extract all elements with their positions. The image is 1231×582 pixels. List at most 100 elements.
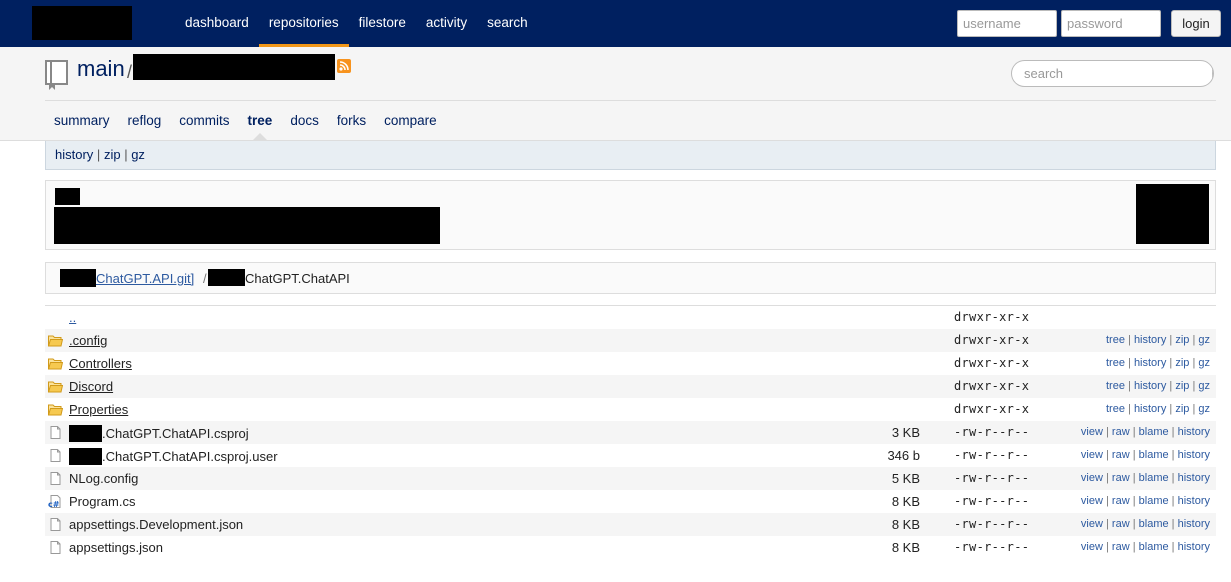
raw-link[interactable]: raw <box>1112 518 1130 530</box>
tree-link[interactable]: tree <box>1106 357 1125 369</box>
row-actions: view | raw | blame | history <box>1081 449 1210 461</box>
view-link[interactable]: view <box>1081 449 1103 461</box>
history-link[interactable]: history <box>1134 334 1166 346</box>
blame-link[interactable]: blame <box>1139 541 1169 553</box>
rss-feed-icon[interactable] <box>337 59 351 73</box>
nav-activity[interactable]: activity <box>416 0 477 47</box>
subnav-separator: | <box>96 147 101 162</box>
history-link[interactable]: history <box>1178 426 1210 438</box>
view-link[interactable]: view <box>1081 518 1103 530</box>
file-icon <box>50 518 61 531</box>
row-actions: tree | history | zip | gz <box>1106 334 1210 346</box>
link-separator: | <box>1106 541 1109 553</box>
login-button[interactable]: login <box>1171 10 1221 37</box>
tab-tree[interactable]: tree <box>239 107 282 140</box>
file-name-link[interactable]: .config <box>69 333 107 348</box>
nav-search[interactable]: search <box>477 0 538 47</box>
view-link[interactable]: view <box>1081 472 1103 484</box>
file-name-link[interactable]: appsettings.Development.json <box>69 517 243 532</box>
repo-path-separator: / <box>127 62 133 82</box>
tab-summary[interactable]: summary <box>45 107 119 135</box>
tab-reflog[interactable]: reflog <box>119 107 171 135</box>
gz-link[interactable]: gz <box>1198 357 1210 369</box>
view-link[interactable]: view <box>1081 426 1103 438</box>
blame-link[interactable]: blame <box>1139 426 1169 438</box>
nav-repositories[interactable]: repositories <box>258 0 349 47</box>
file-size: 8 KB <box>891 494 920 509</box>
file-name-link[interactable]: NLog.config <box>69 471 138 486</box>
gz-link[interactable]: gz <box>1198 380 1210 392</box>
login-form: login <box>957 10 1221 37</box>
tab-docs[interactable]: docs <box>281 107 328 135</box>
history-link[interactable]: history <box>1178 518 1210 530</box>
file-size: 8 KB <box>891 517 920 532</box>
blame-link[interactable]: blame <box>1139 518 1169 530</box>
zip-link[interactable]: zip <box>1175 403 1189 415</box>
subnav-history-link[interactable]: history <box>55 147 93 162</box>
nav-filestore[interactable]: filestore <box>349 0 416 47</box>
tab-commits[interactable]: commits <box>170 107 238 135</box>
raw-link[interactable]: raw <box>1112 449 1130 461</box>
raw-link[interactable]: raw <box>1112 472 1130 484</box>
username-input[interactable] <box>957 10 1057 37</box>
view-link[interactable]: view <box>1081 541 1103 553</box>
link-separator: | <box>1169 380 1173 392</box>
repo-tabs: summary reflog commits tree docs forks c… <box>45 107 446 140</box>
history-link[interactable]: history <box>1178 541 1210 553</box>
file-name-link[interactable]: .ChatGPT.ChatAPI.csproj.user <box>102 449 278 464</box>
history-link[interactable]: history <box>1134 357 1166 369</box>
link-separator: | <box>1132 472 1136 484</box>
gz-link[interactable]: gz <box>1198 403 1210 415</box>
history-link[interactable]: history <box>1178 449 1210 461</box>
file-name-link[interactable]: Program.cs <box>69 494 135 509</box>
link-separator: | <box>1132 541 1136 553</box>
file-name-link[interactable]: .ChatGPT.ChatAPI.csproj <box>102 426 249 441</box>
history-link[interactable]: history <box>1178 472 1210 484</box>
svg-text:c#: c# <box>48 500 60 508</box>
redacted-avatar <box>1136 184 1209 244</box>
raw-link[interactable]: raw <box>1112 495 1130 507</box>
tree-link[interactable]: tree <box>1106 403 1125 415</box>
search-button[interactable] <box>1212 61 1213 86</box>
raw-link[interactable]: raw <box>1112 426 1130 438</box>
link-separator: | <box>1106 426 1109 438</box>
folder-icon <box>48 381 63 393</box>
tree-link[interactable]: tree <box>1106 334 1125 346</box>
tree-link[interactable]: tree <box>1106 380 1125 392</box>
link-separator: | <box>1132 518 1136 530</box>
file-name-link[interactable]: appsettings.json <box>69 540 163 555</box>
zip-link[interactable]: zip <box>1175 334 1189 346</box>
blame-link[interactable]: blame <box>1139 495 1169 507</box>
search-input[interactable] <box>1012 61 1212 86</box>
nav-dashboard[interactable]: dashboard <box>175 0 259 47</box>
file-name-link[interactable]: Controllers <box>69 356 132 371</box>
file-name-link[interactable]: .. <box>69 310 76 325</box>
link-separator: | <box>1192 403 1196 415</box>
redacted-breadcrumb-prefix <box>60 269 96 287</box>
link-separator: | <box>1128 380 1131 392</box>
tab-compare[interactable]: compare <box>375 107 446 135</box>
file-mode: -rw-r--r-- <box>954 540 1030 554</box>
subnav-gz-link[interactable]: gz <box>131 147 145 162</box>
history-link[interactable]: history <box>1178 495 1210 507</box>
zip-link[interactable]: zip <box>1175 357 1189 369</box>
history-link[interactable]: history <box>1134 380 1166 392</box>
password-input[interactable] <box>1061 10 1161 37</box>
file-mode: -rw-r--r-- <box>954 425 1030 439</box>
link-separator: | <box>1169 334 1173 346</box>
view-link[interactable]: view <box>1081 495 1103 507</box>
subnav-zip-link[interactable]: zip <box>104 147 121 162</box>
blame-link[interactable]: blame <box>1139 449 1169 461</box>
file-name-link[interactable]: Properties <box>69 402 128 417</box>
zip-link[interactable]: zip <box>1175 380 1189 392</box>
file-name-link[interactable]: Discord <box>69 379 113 394</box>
tab-forks[interactable]: forks <box>328 107 375 135</box>
link-separator: | <box>1106 449 1109 461</box>
link-separator: | <box>1132 449 1136 461</box>
history-link[interactable]: history <box>1134 403 1166 415</box>
raw-link[interactable]: raw <box>1112 541 1130 553</box>
repo-title[interactable]: main <box>77 56 125 82</box>
gz-link[interactable]: gz <box>1198 334 1210 346</box>
blame-link[interactable]: blame <box>1139 472 1169 484</box>
breadcrumb-root-link[interactable]: ChatGPT.API.git] <box>96 271 194 286</box>
